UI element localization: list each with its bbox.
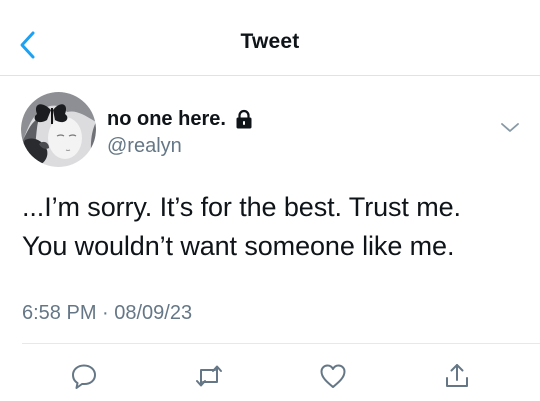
page-title: Tweet	[240, 30, 300, 53]
tweet-timestamp[interactable]: 6:58 PM · 08/09/23	[22, 302, 192, 325]
reply-button[interactable]	[69, 361, 99, 391]
heart-icon	[320, 364, 346, 388]
chevron-down-icon	[501, 123, 519, 132]
share-icon	[446, 364, 468, 387]
retweet-button[interactable]	[194, 361, 224, 391]
display-name[interactable]: no one here.	[107, 108, 226, 131]
tweet-text: ...I’m sorry. It’s for the best. Trust m…	[22, 188, 522, 266]
share-button[interactable]	[442, 361, 472, 391]
top-bar: Tweet	[0, 0, 540, 76]
divider	[22, 343, 540, 344]
tweet-menu-button[interactable]	[498, 117, 522, 137]
lock-icon	[235, 109, 253, 129]
avatar[interactable]	[21, 92, 96, 167]
retweet-icon	[196, 365, 222, 387]
tweet-text-line: You wouldn’t want someone like me.	[22, 231, 455, 261]
avatar-image	[21, 92, 96, 167]
reply-icon	[72, 364, 96, 389]
like-button[interactable]	[318, 361, 348, 391]
user-handle[interactable]: @realyn	[107, 135, 182, 158]
tweet-detail-page: Tweet no one here. @realyn ...I’m sorry.…	[0, 0, 540, 401]
tweet-text-line: ...I’m sorry. It’s for the best. Trust m…	[22, 192, 461, 222]
author-name-row[interactable]: no one here.	[107, 107, 253, 131]
